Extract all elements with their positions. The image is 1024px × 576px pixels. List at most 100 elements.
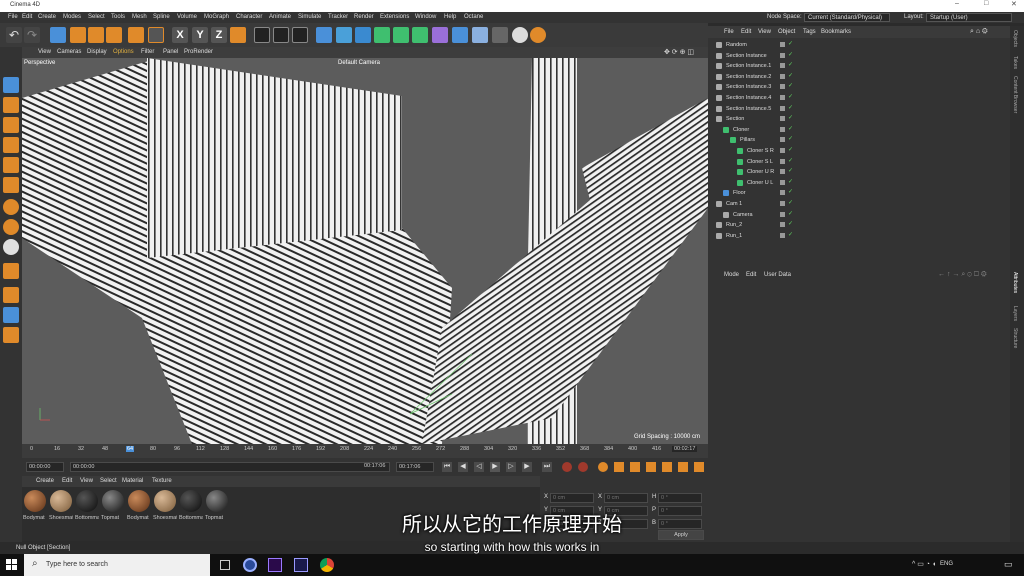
object-row[interactable]: Pillars ✓	[708, 135, 1010, 146]
close-button[interactable]: ✕	[1011, 0, 1017, 8]
snap-icon[interactable]	[3, 199, 19, 215]
coord-size-x-field[interactable]: 0 cm	[604, 493, 648, 503]
visibility-toggle[interactable]	[780, 116, 785, 122]
object-name[interactable]: Pillars	[740, 137, 755, 143]
menu-octane[interactable]: Octane	[464, 14, 483, 20]
record-keys-icon[interactable]	[562, 462, 572, 472]
live-select-icon[interactable]	[128, 27, 144, 43]
enabled-check-icon[interactable]: ✓	[788, 40, 793, 47]
enabled-check-icon[interactable]: ✓	[788, 220, 793, 227]
menu-file[interactable]: File	[8, 14, 18, 20]
previous-key-button[interactable]: ◀	[458, 462, 468, 472]
octane-sky-icon[interactable]	[3, 239, 19, 255]
menu-simulate[interactable]: Simulate	[298, 14, 321, 20]
polygons-mode-icon[interactable]	[3, 177, 19, 193]
object-row[interactable]: Cam 1 ✓	[708, 199, 1010, 210]
coord-pos-x-field[interactable]: 0 cm	[550, 493, 594, 503]
object-row[interactable]: Section Instance ✓	[708, 51, 1010, 62]
enabled-check-icon[interactable]: ✓	[788, 146, 793, 153]
enabled-check-icon[interactable]: ✓	[788, 125, 793, 132]
visibility-toggle[interactable]	[780, 73, 785, 79]
visibility-toggle[interactable]	[780, 232, 785, 238]
rotate-tool-icon[interactable]	[106, 27, 122, 43]
menu-volume[interactable]: Volume	[177, 14, 197, 20]
workplane-icon[interactable]	[3, 263, 19, 279]
object-name[interactable]: Run_2	[726, 222, 742, 228]
side-tab-content-browser[interactable]: Content Browser	[1012, 76, 1018, 113]
scale-key-icon[interactable]	[630, 462, 640, 472]
material-swatch[interactable]	[154, 490, 176, 512]
material-swatch[interactable]	[180, 490, 202, 512]
end-time-field[interactable]: 00:17:06	[396, 462, 434, 472]
visibility-toggle[interactable]	[780, 222, 785, 228]
enabled-check-icon[interactable]: ✓	[788, 188, 793, 195]
visibility-toggle[interactable]	[780, 42, 785, 47]
menu-tracker[interactable]: Tracker	[328, 14, 348, 20]
material-swatch[interactable]	[102, 490, 124, 512]
visibility-toggle[interactable]	[780, 137, 785, 143]
field-icon[interactable]	[452, 27, 468, 43]
vp-menu-filter[interactable]: Filter	[141, 49, 154, 55]
material-swatch[interactable]	[128, 490, 150, 512]
object-name[interactable]: Cam 1	[726, 201, 742, 207]
timeline-window-icon[interactable]	[694, 462, 704, 472]
parameter-key-icon[interactable]	[662, 462, 672, 472]
om-menu-view[interactable]: View	[758, 29, 771, 35]
om-menu-bookmarks[interactable]: Bookmarks	[821, 29, 851, 35]
side-tab-structure[interactable]: Structure	[1012, 328, 1018, 348]
attr-nav-icons[interactable]: ← ↑ → ⌕ ⊙ ▢ ⚙	[938, 271, 987, 279]
extrude-icon[interactable]	[374, 27, 390, 43]
object-row[interactable]: Cloner S R ✓	[708, 146, 1010, 157]
mat-menu-create[interactable]: Create	[36, 478, 54, 484]
object-name[interactable]: Section Instance	[726, 53, 767, 59]
layout-select[interactable]: Startup (User)	[926, 13, 1012, 22]
visibility-toggle[interactable]	[780, 201, 785, 206]
object-name[interactable]: Cloner U R	[747, 169, 774, 175]
visibility-toggle[interactable]	[780, 63, 785, 69]
object-name[interactable]: Section Instance.2	[726, 74, 771, 80]
minimize-button[interactable]: –	[955, 0, 959, 7]
go-to-end-button[interactable]: ⏭	[542, 462, 552, 472]
pla-key-icon[interactable]	[678, 462, 688, 472]
object-name[interactable]: Section	[726, 116, 744, 122]
material-swatch[interactable]	[76, 490, 98, 512]
object-name[interactable]: Cloner	[733, 127, 749, 133]
notification-icon[interactable]: ▭	[1004, 559, 1013, 570]
object-name[interactable]: Cloner S R	[747, 148, 774, 154]
previous-frame-button[interactable]: ◁	[474, 462, 484, 472]
cube-icon[interactable]	[316, 27, 332, 43]
y-axis-lock[interactable]: Y	[192, 27, 208, 43]
octane-sun-icon[interactable]	[3, 219, 19, 235]
visibility-toggle[interactable]	[780, 52, 785, 58]
vp-menu-cameras[interactable]: Cameras	[57, 49, 81, 55]
vp-menu-view[interactable]: View	[38, 49, 51, 55]
object-row[interactable]: Section Instance.4 ✓	[708, 93, 1010, 104]
enabled-check-icon[interactable]: ✓	[788, 72, 793, 79]
redo-icon[interactable]: ↷	[24, 27, 40, 43]
start-time-field[interactable]: 00:00:00	[26, 462, 64, 472]
preview-end-field[interactable]: 00:17:06	[362, 462, 390, 472]
z-axis-lock[interactable]: Z	[211, 27, 227, 43]
object-row[interactable]: Section Instance.1 ✓	[708, 61, 1010, 72]
object-row[interactable]: Cloner U L ✓	[708, 178, 1010, 189]
mat-menu-material[interactable]: Material	[122, 478, 143, 484]
visibility-toggle[interactable]	[780, 95, 785, 100]
menu-mesh[interactable]: Mesh	[132, 14, 147, 20]
object-name[interactable]: Section Instance.5	[726, 106, 771, 112]
side-tab-objects[interactable]: Objects	[1012, 30, 1018, 47]
timeline-ruler[interactable]: 0 16 32 48 64 80 96 112 128 144 160 176 …	[22, 444, 708, 458]
premiere-taskbar-icon[interactable]	[268, 558, 282, 572]
make-editable-icon[interactable]	[3, 77, 19, 93]
render-view-icon[interactable]	[254, 27, 270, 43]
preview-start-field[interactable]: 00:00:00	[70, 462, 390, 472]
mograph-icon[interactable]	[412, 27, 428, 43]
coord-rot-h-field[interactable]: 0 °	[658, 493, 702, 503]
vp-menu-display[interactable]: Display	[87, 49, 107, 55]
mat-menu-edit[interactable]: Edit	[62, 478, 72, 484]
side-tab-attributes[interactable]: Attributes	[1012, 272, 1018, 293]
light-icon[interactable]	[512, 27, 528, 43]
grid-icon[interactable]	[3, 287, 19, 303]
visibility-toggle[interactable]	[780, 190, 785, 196]
enabled-check-icon[interactable]: ✓	[788, 199, 793, 206]
enable-axis-icon[interactable]	[3, 307, 19, 323]
